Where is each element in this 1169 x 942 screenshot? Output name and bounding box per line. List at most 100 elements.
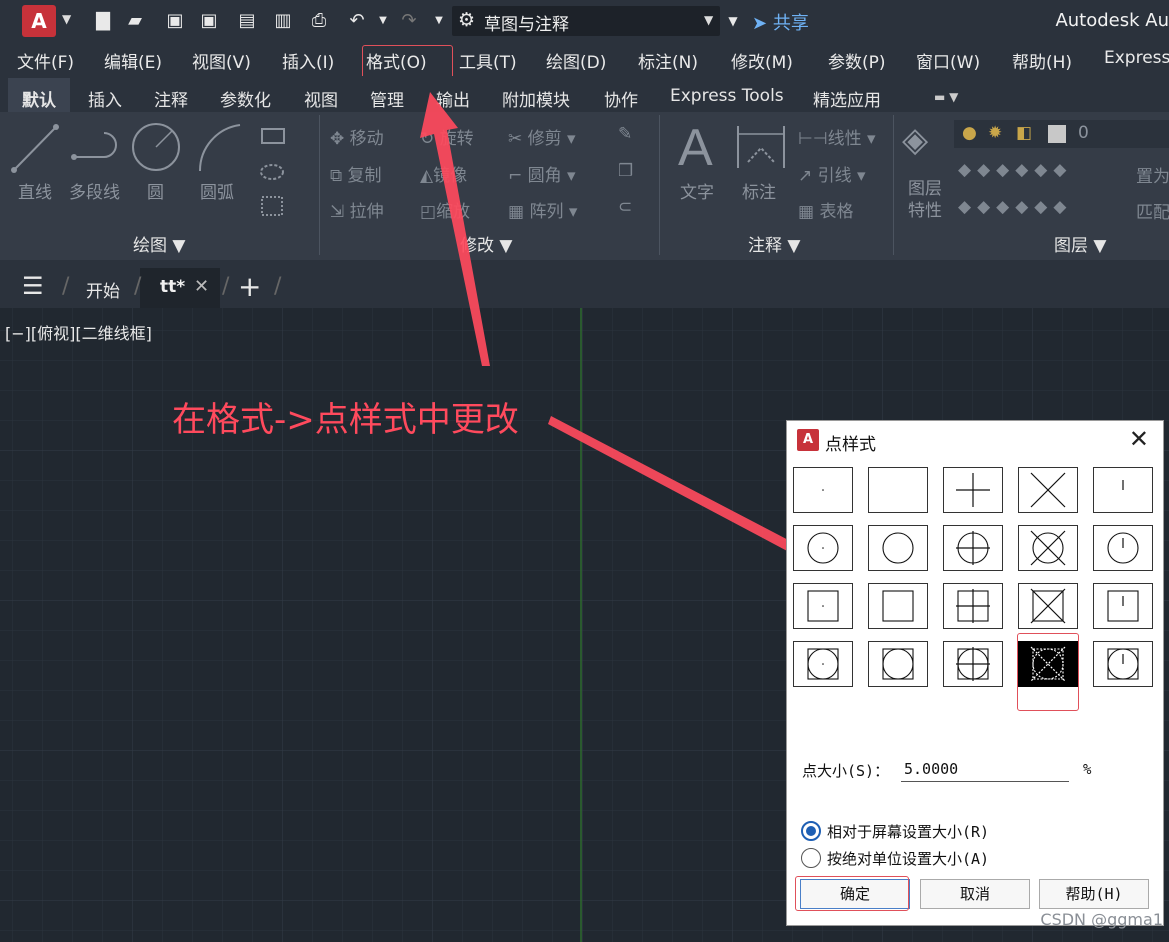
menu-modify[interactable]: 修改(M) (731, 48, 793, 73)
point-style-tick-square[interactable] (1093, 583, 1153, 629)
relative-size-label[interactable]: 相对于屏幕设置大小(R) (827, 821, 989, 842)
customize-toolbar-icon[interactable]: ▼ (722, 10, 744, 32)
redo-icon[interactable]: ↷ (398, 10, 420, 32)
point-style-dot-square[interactable] (793, 583, 853, 629)
file-tab-start[interactable]: 开始 (86, 277, 120, 302)
scale-button[interactable]: ◰缩放 (420, 197, 470, 222)
absolute-size-radio[interactable] (801, 848, 821, 868)
undo-dropdown-icon[interactable]: ▼ (372, 10, 394, 32)
layer-dropdown[interactable]: ● ✹ ◧ 0 (954, 120, 1169, 148)
layer-tools-row1-icons[interactable]: ◆◆◆◆◆◆ (958, 160, 1072, 180)
menu-express[interactable]: Express (1104, 48, 1169, 68)
copy-button[interactable]: ⧉ 复制 (330, 161, 382, 186)
layers-panel-title[interactable]: 图层 ▼ (1054, 231, 1106, 256)
save-as-icon[interactable]: ▣ (198, 10, 220, 32)
linear-dimension-button[interactable]: ⊢⊣线性 ▾ (798, 124, 876, 149)
point-style-plus-square[interactable] (943, 583, 1003, 629)
explode-icon[interactable]: ❒ (618, 161, 633, 181)
tab-addins[interactable]: 附加模块 (502, 86, 570, 111)
layer-properties-button[interactable]: 图层 特性 (908, 178, 948, 222)
dimension-button[interactable]: 标注 (742, 178, 776, 203)
match-layer-button[interactable]: 匹配 (1136, 198, 1169, 223)
set-current-layer-button[interactable]: 置为 (1136, 162, 1169, 187)
tab-collaborate[interactable]: 协作 (604, 86, 638, 111)
close-tab-icon[interactable]: ✕ (194, 276, 209, 297)
undo-icon[interactable]: ↶ (346, 10, 368, 32)
point-style-tick-circle-square[interactable] (1093, 641, 1153, 687)
layer-tools-row2-icons[interactable]: ◆◆◆◆◆◆ (958, 197, 1072, 217)
point-style-dot-circle[interactable] (793, 525, 853, 571)
close-icon[interactable]: ✕ (1129, 425, 1149, 453)
menu-edit[interactable]: 编辑(E) (104, 48, 162, 73)
menu-dimension[interactable]: 标注(N) (638, 48, 698, 73)
text-button[interactable]: 文字 (680, 178, 714, 203)
draw-panel-title[interactable]: 绘图 ▼ (133, 231, 185, 256)
share-sheet-icon[interactable]: ▥ (272, 10, 294, 32)
mirror-button[interactable]: ◭镜像 (420, 161, 467, 186)
trim-button[interactable]: ✂ 修剪 ▾ (508, 124, 576, 149)
publish-icon[interactable]: ▤ (236, 10, 258, 32)
app-logo-button[interactable]: A (22, 5, 56, 37)
point-style-cross-square[interactable] (1018, 583, 1078, 629)
point-style-none-square[interactable] (868, 583, 928, 629)
open-folder-icon[interactable]: ▰ (124, 10, 146, 32)
point-style-plus-plain[interactable] (943, 467, 1003, 513)
tab-annotate[interactable]: 注释 (154, 86, 188, 111)
point-style-tick-circle[interactable] (1093, 525, 1153, 571)
share-button[interactable]: ➤ 共享 (752, 9, 809, 35)
arc-button[interactable]: 圆弧 (200, 178, 234, 203)
cancel-button[interactable]: 取消 (920, 879, 1030, 909)
viewport-controls-label[interactable]: [−][俯视][二维线框] (5, 320, 152, 344)
hamburger-menu-icon[interactable]: ☰ (22, 272, 44, 300)
menu-draw[interactable]: 绘图(D) (546, 48, 606, 73)
erase-icon[interactable]: ✎ (618, 124, 632, 144)
print-icon[interactable]: ⎙ (308, 10, 330, 32)
tab-default[interactable]: 默认 (22, 86, 56, 111)
point-style-plus-circle[interactable] (943, 525, 1003, 571)
leader-button[interactable]: ↗ 引线 ▾ (798, 161, 866, 186)
menu-insert[interactable]: 插入(I) (282, 48, 334, 73)
help-button[interactable]: 帮助(H) (1039, 879, 1149, 909)
point-style-dot-circle-square[interactable] (793, 641, 853, 687)
menu-window[interactable]: 窗口(W) (916, 48, 980, 73)
tab-view[interactable]: 视图 (304, 86, 338, 111)
stretch-button[interactable]: ⇲ 拉伸 (330, 197, 384, 222)
menu-help[interactable]: 帮助(H) (1012, 48, 1072, 73)
menu-file[interactable]: 文件(F) (17, 48, 74, 73)
table-button[interactable]: ▦ 表格 (798, 197, 853, 222)
menu-view[interactable]: 视图(V) (192, 48, 251, 73)
point-style-none-plain[interactable] (868, 467, 928, 513)
fillet-button[interactable]: ⌐ 圆角 ▾ (508, 161, 576, 186)
menu-parametric[interactable]: 参数(P) (828, 48, 886, 73)
offset-icon[interactable]: ⊂ (618, 197, 632, 217)
rotate-button[interactable]: ↻ 旋转 (420, 124, 474, 149)
tab-insert[interactable]: 插入 (88, 86, 122, 111)
menu-tools[interactable]: 工具(T) (459, 48, 517, 73)
annotation-panel-title[interactable]: 注释 ▼ (748, 231, 800, 256)
file-tab-current[interactable]: tt* (160, 277, 185, 297)
point-style-dot-plain[interactable] (793, 467, 853, 513)
array-button[interactable]: ▦ 阵列 ▾ (508, 197, 577, 222)
polyline-button[interactable]: 多段线 (69, 178, 120, 203)
point-size-input[interactable] (901, 756, 1069, 782)
point-style-cross-circle[interactable] (1018, 525, 1078, 571)
line-button[interactable]: 直线 (18, 178, 52, 203)
absolute-size-label[interactable]: 按绝对单位设置大小(A) (827, 848, 989, 869)
point-style-plus-circle-square[interactable] (943, 641, 1003, 687)
save-icon[interactable]: ▣ (164, 10, 186, 32)
move-button[interactable]: ✥ 移动 (330, 124, 384, 149)
tab-express-tools[interactable]: Express Tools (670, 86, 784, 106)
redo-dropdown-icon[interactable]: ▼ (428, 10, 450, 32)
new-tab-plus-icon[interactable]: + (238, 270, 261, 303)
tab-manage[interactable]: 管理 (370, 86, 404, 111)
tab-featured-apps[interactable]: 精选应用 (813, 86, 881, 111)
point-style-none-circle-square[interactable] (868, 641, 928, 687)
modify-panel-title[interactable]: 修改 ▼ (460, 231, 512, 256)
tab-parametric[interactable]: 参数化 (220, 86, 271, 111)
ribbon-minimize-icon[interactable]: ▬ ▼ (934, 90, 958, 104)
relative-size-radio[interactable] (801, 821, 821, 841)
tab-output[interactable]: 输出 (436, 86, 470, 111)
circle-button[interactable]: 圆 (147, 178, 164, 203)
workspace-selector[interactable]: ⚙ 草图与注释 ▼ (452, 6, 720, 36)
point-style-cross-plain[interactable] (1018, 467, 1078, 513)
